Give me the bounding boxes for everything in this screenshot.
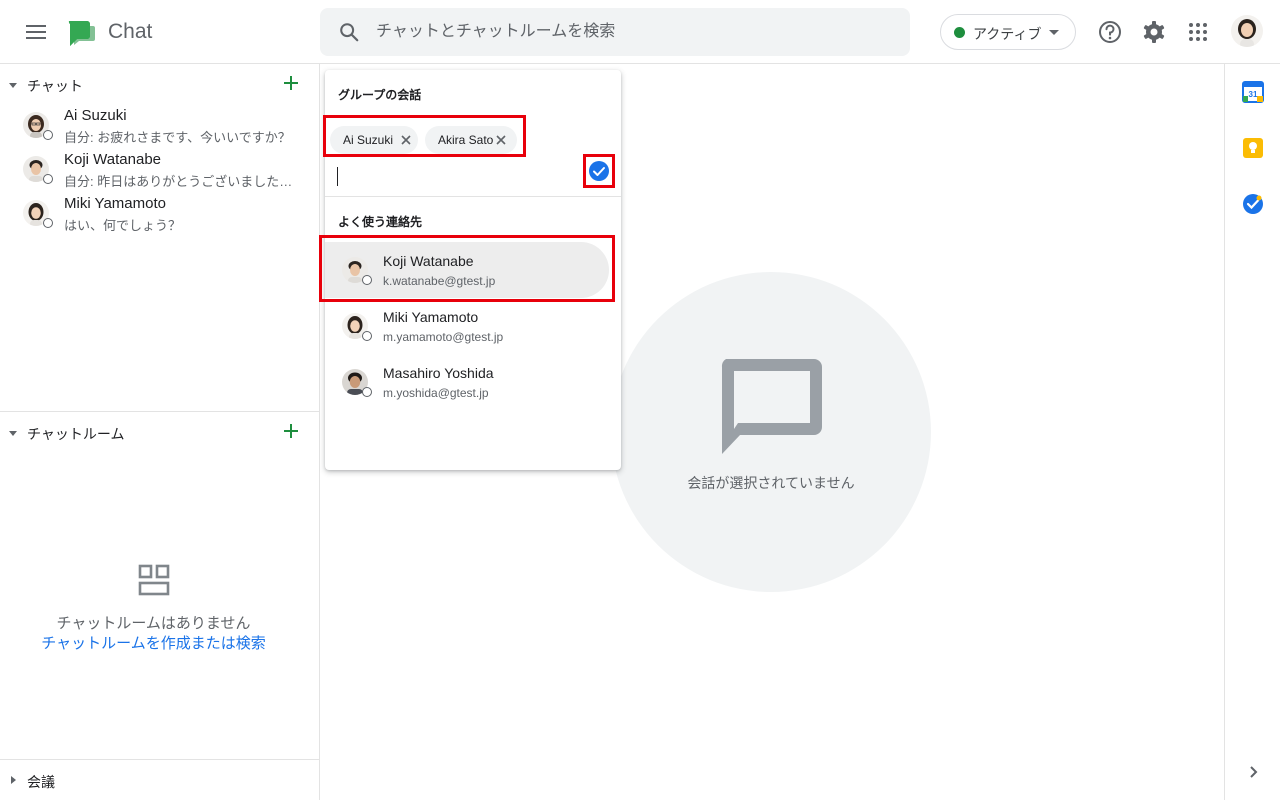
recipient-chip: Ai Suzuki [330, 126, 418, 154]
chat-item-ai-suzuki[interactable]: Ai Suzuki 自分: お疲れさまです、今いいですか？ [0, 104, 319, 148]
chat-preview: はい、何でしょう？ [64, 218, 182, 233]
chat-item-miki-yamamoto[interactable]: Miki Yamamoto はい、何でしょう？ [0, 192, 319, 236]
chevron-right-icon[interactable] [1245, 764, 1261, 780]
side-apps-bar: 31 [1224, 64, 1280, 800]
contact-email: m.yoshida@gtest.jp [383, 386, 489, 400]
top-bar: Chat アクティブ [0, 0, 1280, 64]
chevron-down-icon [1049, 30, 1059, 35]
close-icon[interactable] [496, 135, 506, 145]
section-divider [0, 759, 319, 760]
meetings-section-header[interactable]: 会議 [0, 762, 319, 798]
status-label: アクティブ [973, 26, 1042, 42]
chats-section-label: チャット [27, 78, 83, 94]
presence-indicator [362, 275, 372, 285]
avatar [23, 112, 53, 140]
account-avatar[interactable] [1231, 15, 1263, 47]
new-room-button[interactable] [280, 420, 302, 442]
avatar [342, 257, 372, 285]
presence-indicator [43, 218, 53, 228]
chat-name: Ai Suzuki [64, 107, 127, 124]
chat-preview: 自分: 昨日はありがとうございました… [64, 174, 293, 189]
gear-icon[interactable] [1138, 16, 1170, 48]
new-chat-button[interactable] [280, 72, 302, 94]
hamburger-menu-icon[interactable] [20, 16, 52, 48]
dialog-divider [325, 196, 621, 197]
meetings-section-label: 会議 [27, 774, 55, 790]
chat-name: Miki Yamamoto [64, 195, 166, 212]
rooms-empty-text: チャットルームはありません [56, 615, 251, 632]
avatar [342, 313, 372, 341]
search-icon[interactable] [338, 21, 360, 43]
chip-label: Ai Suzuki [343, 133, 394, 147]
search-input[interactable] [376, 8, 896, 56]
caret-right-icon [11, 776, 16, 784]
caret-down-icon [9, 83, 17, 88]
presence-indicator [43, 174, 53, 184]
contact-item-miki-yamamoto[interactable]: Miki Yamamoto m.yamamoto@gtest.jp [325, 298, 609, 354]
tasks-icon[interactable] [1242, 193, 1264, 215]
sidebar: チャット Ai Suzuki 自分: お疲れさまです、今いいですか？ Koji … [0, 64, 320, 800]
check-circle-icon[interactable] [589, 161, 609, 181]
contact-email: m.yamamoto@gtest.jp [383, 330, 504, 344]
presence-indicator [43, 130, 53, 140]
create-or-find-room-link[interactable]: チャットルームを作成または検索 [0, 632, 307, 653]
status-dropdown[interactable]: アクティブ [940, 14, 1076, 50]
close-icon[interactable] [401, 135, 411, 145]
contact-item-masahiro-yoshida[interactable]: Masahiro Yoshida m.yoshida@gtest.jp [325, 354, 609, 410]
contact-name: Miki Yamamoto [383, 309, 479, 325]
contact-name: Masahiro Yoshida [383, 365, 494, 381]
recipient-chip: Akira Sato [425, 126, 517, 154]
status-active-dot [954, 27, 965, 38]
avatar [23, 156, 53, 184]
chat-preview: 自分: お疲れさまです、今いいですか？ [64, 130, 291, 145]
recipient-input[interactable] [337, 167, 338, 186]
section-divider [0, 411, 319, 412]
contact-name: Koji Watanabe [383, 253, 474, 269]
chip-label: Akira Sato [438, 133, 494, 147]
presence-indicator [362, 387, 372, 397]
rooms-section-label: チャットルーム [27, 426, 125, 442]
chat-name: Koji Watanabe [64, 151, 162, 168]
apps-grid-icon[interactable] [1182, 16, 1214, 48]
chat-bubble-icon [721, 359, 822, 454]
keep-icon[interactable] [1242, 137, 1264, 159]
empty-state-text: 会話が選択されていません [687, 475, 855, 491]
dialog-title: グループの会話 [338, 88, 422, 102]
chats-section-header[interactable]: チャット [0, 66, 319, 102]
calendar-icon[interactable]: 31 [1242, 81, 1264, 103]
search-bar[interactable] [320, 8, 910, 56]
frequent-contacts-label: よく使う連絡先 [338, 215, 423, 229]
app-title: Chat [108, 20, 153, 43]
rooms-section-header[interactable]: チャットルーム [0, 414, 319, 450]
presence-indicator [362, 331, 372, 341]
help-icon[interactable] [1094, 16, 1126, 48]
rooms-empty-icon [138, 564, 170, 596]
avatar [342, 369, 372, 397]
avatar [23, 200, 53, 228]
caret-down-icon [9, 431, 17, 436]
contact-email: k.watanabe@gtest.jp [383, 274, 496, 288]
svg-text:31: 31 [1249, 90, 1258, 99]
contact-item-koji-watanabe[interactable]: Koji Watanabe k.watanabe@gtest.jp [325, 242, 609, 298]
chat-item-koji-watanabe[interactable]: Koji Watanabe 自分: 昨日はありがとうございました… [0, 148, 319, 192]
chat-logo-icon [68, 21, 95, 46]
group-conversation-dialog: グループの会話 Ai Suzuki Akira Sato よく使う連絡先 Koj… [325, 70, 621, 470]
